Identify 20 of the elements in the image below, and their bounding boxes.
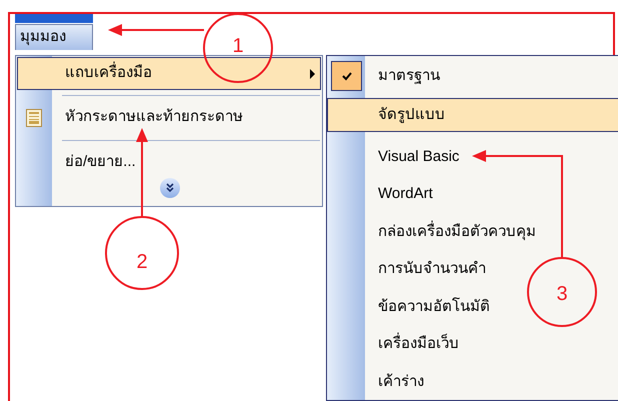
toolbar-menu-item[interactable]: WordArt [327, 178, 545, 212]
submenu-arrow-icon [310, 68, 315, 78]
annotation-circle [527, 257, 597, 327]
toolbar-menu-item[interactable]: ข้อความอัตโนมัติ [327, 290, 545, 324]
toolbar-menu-item[interactable]: Visual Basic [327, 140, 545, 174]
toolbar-menu-item[interactable]: มาตรฐาน [327, 59, 545, 93]
menu-item[interactable]: หัวกระดาษและท้ายกระดาษ [17, 101, 321, 134]
toolbar-menu-item[interactable]: จัดรูปแบบ [327, 98, 618, 132]
annotation-number: 1 [232, 35, 244, 57]
toolbar-menu-item[interactable]: เครื่องมือเว็บ [327, 328, 545, 362]
toolbar-menu-item[interactable]: เค้าร่าง [327, 365, 545, 399]
annotation-number: 3 [556, 283, 568, 305]
submenu-item[interactable]: แถบเครื่องมือ [17, 57, 321, 90]
menu-bar-item[interactable]: มุมมอง [15, 24, 93, 50]
page-icon [26, 108, 42, 126]
annotation-number: 2 [136, 251, 148, 273]
expand-chevron-icon[interactable] [160, 178, 180, 198]
toolbar-menu-item[interactable]: การนับจำนวนคำ [327, 252, 545, 286]
toolbar-menu-item[interactable]: กล่องเครื่องมือตัวควบคุม [327, 215, 545, 249]
menu-item[interactable]: ย่อ/ขยาย... [17, 146, 321, 179]
